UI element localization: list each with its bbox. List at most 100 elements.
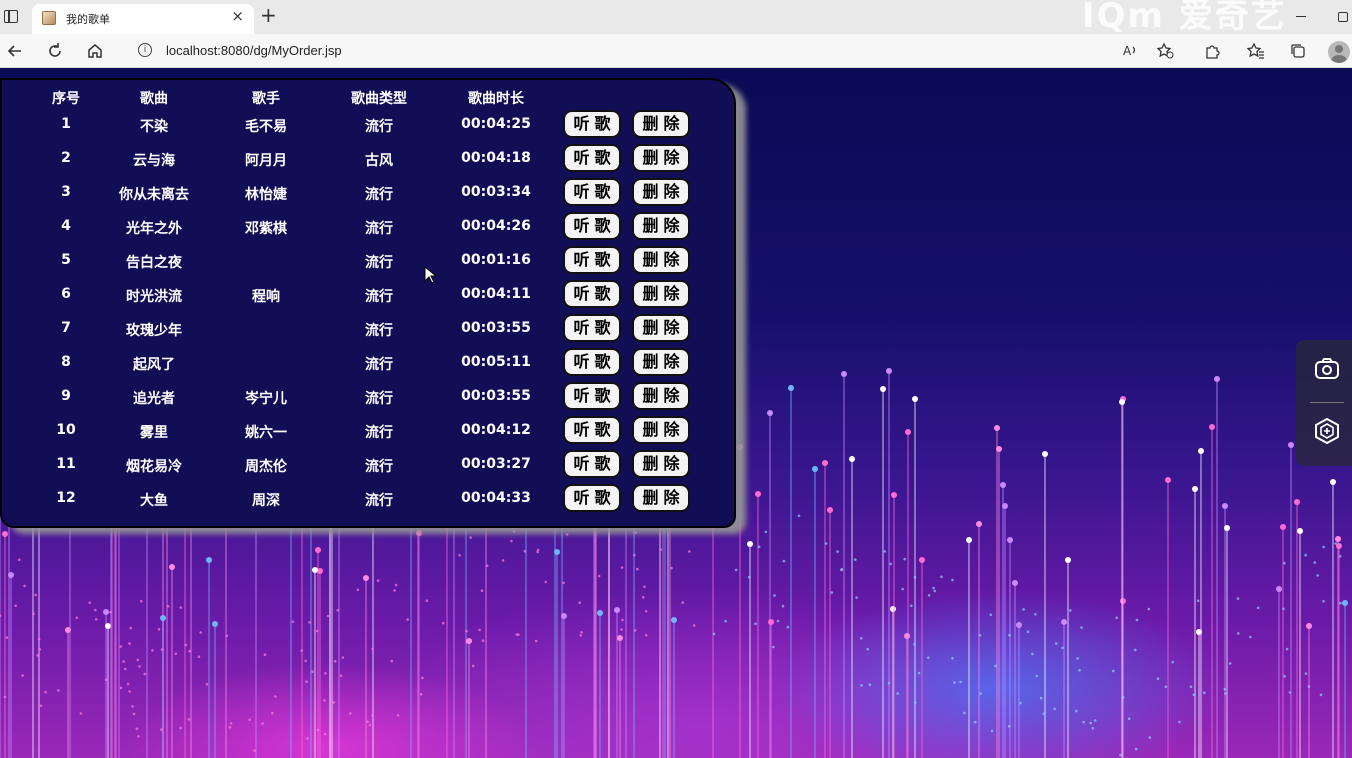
cell-no: 5: [61, 252, 71, 268]
cell-no: 8: [61, 354, 71, 370]
delete-button[interactable]: 删除: [632, 178, 690, 206]
cell-duration: 00:03:55: [461, 320, 531, 336]
listen-button[interactable]: 听歌: [563, 314, 621, 342]
cell-type: 流行: [365, 221, 393, 237]
cell-type: 流行: [365, 289, 393, 305]
header-no: 序号: [52, 91, 80, 107]
listen-button[interactable]: 听歌: [563, 110, 621, 138]
cell-duration: 00:03:27: [461, 456, 531, 472]
tab-actions-icon[interactable]: [4, 10, 18, 23]
cell-no: 4: [61, 218, 71, 234]
restore-button[interactable]: [1338, 12, 1348, 22]
mouse-cursor-icon: [424, 266, 436, 284]
delete-button[interactable]: 删除: [632, 314, 690, 342]
cell-type: 流行: [365, 425, 393, 441]
svg-text:A: A: [1123, 44, 1132, 58]
delete-button[interactable]: 删除: [632, 144, 690, 172]
delete-button[interactable]: 删除: [632, 484, 690, 512]
address-bar[interactable]: localhost:8080/dg/MyOrder.jsp: [166, 43, 342, 58]
cell-type: 流行: [365, 459, 393, 475]
listen-button[interactable]: 听歌: [563, 212, 621, 240]
cell-singer: 邓紫棋: [245, 221, 287, 237]
browser-toolbar: i localhost:8080/dg/MyOrder.jsp A: [0, 34, 1352, 68]
delete-button[interactable]: 删除: [632, 280, 690, 308]
profile-icon[interactable]: [1328, 41, 1350, 63]
cell-duration: 00:05:11: [461, 354, 531, 370]
dock-divider: [1310, 402, 1344, 403]
page-background: 序号 歌曲 歌手 歌曲类型 歌曲时长 1 不染 毛不易 流行 00:04:25 听歌 删除 2…: [0, 68, 1352, 758]
collections-icon[interactable]: [1289, 42, 1307, 60]
cell-duration: 00:03:55: [461, 388, 531, 404]
cell-duration: 00:04:12: [461, 422, 531, 438]
cell-singer: 毛不易: [245, 119, 287, 135]
cell-song: 云与海: [133, 153, 175, 169]
cell-singer: 阿月月: [245, 153, 287, 169]
favorites-icon[interactable]: [1247, 42, 1265, 60]
listen-button[interactable]: 听歌: [563, 246, 621, 274]
cell-no: 6: [61, 286, 71, 302]
delete-button[interactable]: 删除: [632, 212, 690, 240]
active-tab[interactable]: 我的歌单 ×: [32, 4, 254, 34]
listen-button[interactable]: 听歌: [563, 280, 621, 308]
cell-no: 2: [61, 150, 71, 166]
listen-button[interactable]: 听歌: [563, 416, 621, 444]
tab-strip: 我的歌单 × + IQm 爱奇艺: [0, 0, 1352, 36]
delete-button[interactable]: 删除: [632, 110, 690, 138]
cell-song: 雾里: [140, 425, 168, 441]
cell-singer: 岑宁儿: [245, 391, 287, 407]
listen-button[interactable]: 听歌: [563, 144, 621, 172]
home-icon[interactable]: [86, 42, 104, 60]
delete-button[interactable]: 删除: [632, 382, 690, 410]
read-aloud-icon[interactable]: A: [1122, 42, 1140, 60]
listen-button[interactable]: 听歌: [563, 348, 621, 376]
delete-button[interactable]: 删除: [632, 348, 690, 376]
cell-song: 你从未离去: [119, 187, 189, 203]
favorite-add-icon[interactable]: [1156, 42, 1174, 60]
cell-singer: 程响: [252, 289, 280, 305]
cell-song: 大鱼: [140, 493, 168, 509]
header-type: 歌曲类型: [351, 91, 407, 107]
cell-duration: 00:04:25: [461, 116, 531, 132]
cell-no: 11: [56, 456, 76, 472]
info-icon[interactable]: i: [138, 43, 152, 57]
cell-singer: 周杰伦: [245, 459, 287, 475]
cell-type: 流行: [365, 119, 393, 135]
cell-singer: 林怡婕: [245, 187, 287, 203]
cell-duration: 00:04:11: [461, 286, 531, 302]
back-icon[interactable]: [6, 42, 24, 60]
delete-button[interactable]: 删除: [632, 246, 690, 274]
cell-song: 不染: [140, 119, 168, 135]
new-tab-button[interactable]: +: [260, 5, 277, 25]
cell-song: 光年之外: [126, 221, 182, 237]
cell-type: 流行: [365, 255, 393, 271]
header-song: 歌曲: [140, 91, 168, 107]
cell-type: 流行: [365, 187, 393, 203]
settings-hex-icon[interactable]: [1314, 418, 1340, 444]
listen-button[interactable]: 听歌: [563, 382, 621, 410]
cell-song: 时光洪流: [126, 289, 182, 305]
cell-no: 9: [61, 388, 71, 404]
cell-type: 流行: [365, 357, 393, 373]
listen-button[interactable]: 听歌: [563, 450, 621, 478]
delete-button[interactable]: 删除: [632, 416, 690, 444]
cell-song: 起风了: [133, 357, 175, 373]
listen-button[interactable]: 听歌: [563, 178, 621, 206]
cell-duration: 00:04:33: [461, 490, 531, 506]
listen-button[interactable]: 听歌: [563, 484, 621, 512]
cell-song: 玫瑰少年: [126, 323, 182, 339]
header-singer: 歌手: [252, 91, 280, 107]
cell-duration: 00:01:16: [461, 252, 531, 268]
cell-type: 流行: [365, 391, 393, 407]
cell-song: 烟花易冷: [126, 459, 182, 475]
cell-type: 流行: [365, 323, 393, 339]
extensions-icon[interactable]: [1203, 42, 1221, 60]
tab-close-icon[interactable]: ×: [231, 9, 244, 24]
cell-duration: 00:03:34: [461, 184, 531, 200]
minimize-button[interactable]: [1296, 16, 1306, 17]
cell-duration: 00:04:18: [461, 150, 531, 166]
refresh-icon[interactable]: [46, 42, 64, 60]
cell-no: 7: [61, 320, 71, 336]
delete-button[interactable]: 删除: [632, 450, 690, 478]
cell-singer: 姚六一: [245, 425, 287, 441]
camera-icon[interactable]: [1314, 356, 1340, 382]
